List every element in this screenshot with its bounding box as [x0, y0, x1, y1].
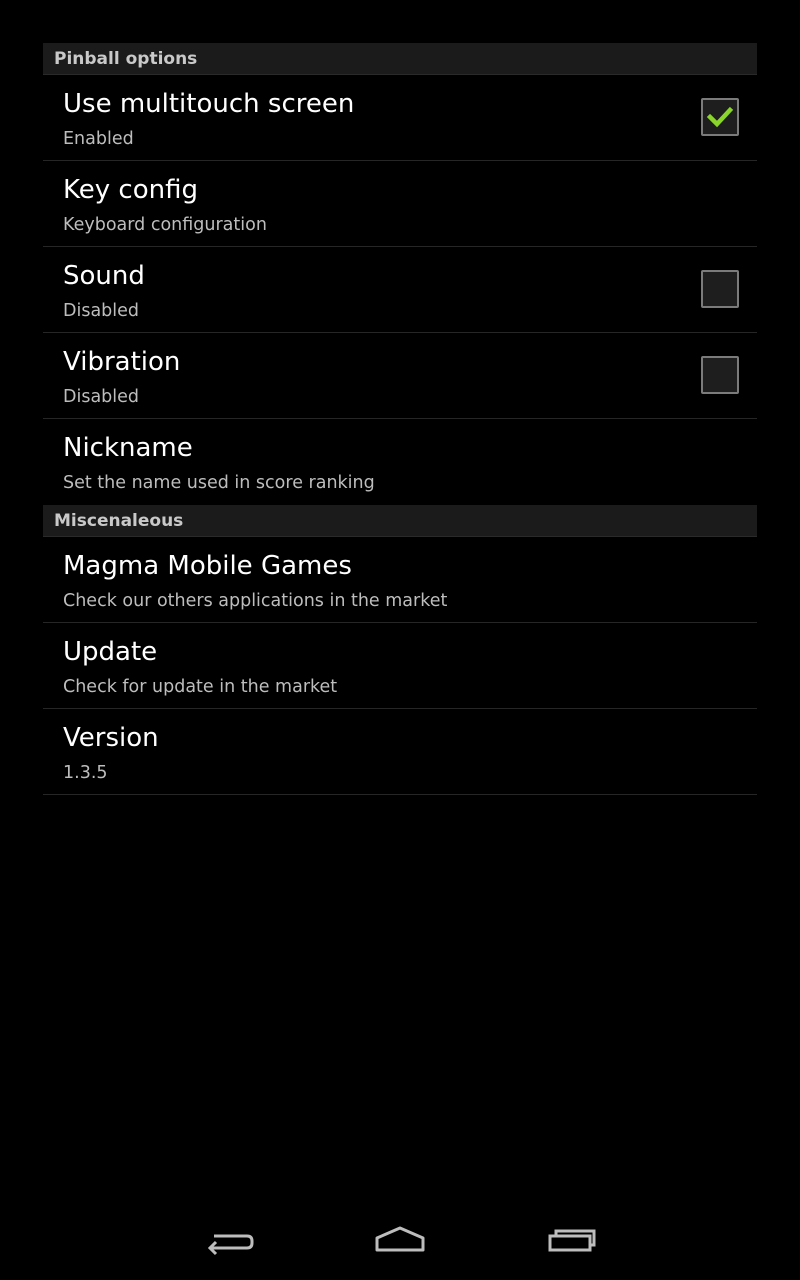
pref-summary: Check for update in the market: [63, 677, 338, 697]
settings-screen: Pinball options Use multitouch screen En…: [0, 0, 800, 1280]
pref-summary: Enabled: [63, 129, 134, 149]
recents-button[interactable]: [542, 1222, 602, 1266]
recents-icon: [548, 1229, 596, 1252]
vibration-checkbox[interactable]: [701, 356, 739, 394]
preferences-list: Pinball options Use multitouch screen En…: [43, 43, 757, 795]
check-icon: [706, 106, 734, 128]
pref-use-multitouch[interactable]: Use multitouch screen Enabled: [43, 75, 757, 161]
sound-checkbox[interactable]: [701, 270, 739, 308]
pref-sound[interactable]: Sound Disabled: [43, 247, 757, 333]
pref-key-config[interactable]: Key config Keyboard configuration: [43, 161, 757, 247]
pref-title: Update: [63, 637, 158, 667]
pref-summary: Check our others applications in the mar…: [63, 591, 448, 611]
pref-title: Magma Mobile Games: [63, 551, 352, 581]
pref-magma-mobile-games[interactable]: Magma Mobile Games Check our others appl…: [43, 537, 757, 623]
pref-version[interactable]: Version 1.3.5: [43, 709, 757, 795]
pref-title: Key config: [63, 175, 198, 205]
pref-summary: Disabled: [63, 301, 140, 321]
pref-summary: Set the name used in score ranking: [63, 473, 375, 493]
pref-title: Use multitouch screen: [63, 89, 355, 119]
section-header-pinball-options: Pinball options: [43, 43, 757, 75]
pref-summary: Disabled: [63, 387, 140, 407]
pref-title: Version: [63, 723, 159, 753]
pref-title: Sound: [63, 261, 145, 291]
pref-update[interactable]: Update Check for update in the market: [43, 623, 757, 709]
home-icon: [375, 1226, 425, 1252]
pref-summary: 1.3.5: [63, 763, 108, 783]
back-icon: [207, 1234, 254, 1256]
back-button[interactable]: [200, 1222, 260, 1266]
navigation-bar: [0, 1208, 800, 1280]
multitouch-checkbox[interactable]: [701, 98, 739, 136]
section-header-miscellaneous: Miscenaleous: [43, 505, 757, 537]
pref-nickname[interactable]: Nickname Set the name used in score rank…: [43, 419, 757, 505]
pref-summary: Keyboard configuration: [63, 215, 267, 235]
pref-title: Nickname: [63, 433, 193, 463]
home-button[interactable]: [370, 1222, 430, 1266]
pref-vibration[interactable]: Vibration Disabled: [43, 333, 757, 419]
pref-title: Vibration: [63, 347, 181, 377]
